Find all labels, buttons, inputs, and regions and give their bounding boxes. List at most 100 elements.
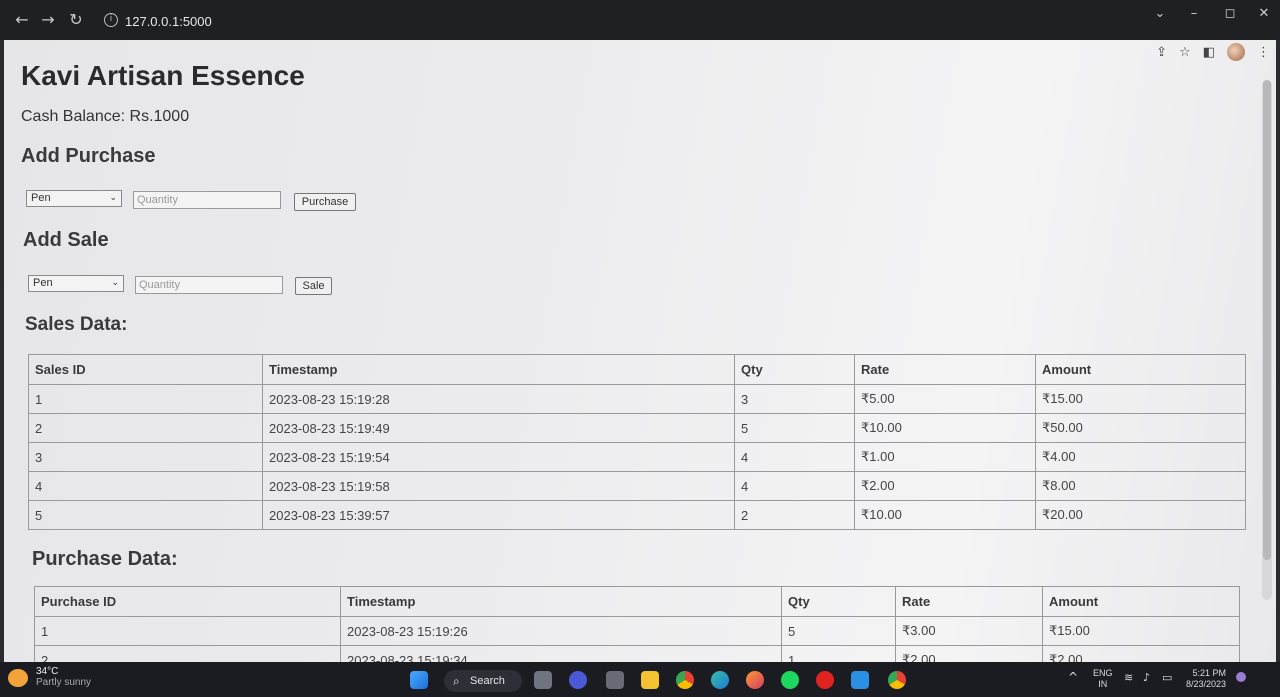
add-sale-heading: Add Sale <box>23 229 109 251</box>
sale-button[interactable]: Sale <box>295 277 332 295</box>
sales-cell: 2023-08-23 15:19:49 <box>262 413 735 443</box>
purchase-data-heading: Purchase Data: <box>32 548 178 570</box>
task-view-icon[interactable] <box>534 671 552 689</box>
table-row: 1 2023-08-23 15:19:26 5 ₹3.00 ₹15.00 <box>34 616 1240 646</box>
sales-cell: ₹15.00 <box>1035 384 1246 414</box>
chrome-icon[interactable] <box>676 671 694 689</box>
firefox-icon[interactable] <box>746 671 764 689</box>
clock[interactable]: 5:21 PM 8/23/2023 <box>1186 668 1226 690</box>
file-explorer-icon[interactable] <box>641 671 659 689</box>
weather-widget[interactable]: 34°C Partly sunny <box>36 666 91 688</box>
scroll-thumb[interactable] <box>1263 80 1271 560</box>
chevron-down-icon: ⌄ <box>111 278 119 288</box>
tray-chevron-icon[interactable]: ^ <box>1068 671 1078 683</box>
sales-cell: 4 <box>734 471 855 501</box>
search-label: Search <box>470 675 505 687</box>
region-code: IN <box>1098 679 1108 689</box>
sales-table: Sales ID Timestamp Qty Rate Amount 1 202… <box>28 354 1246 530</box>
table-row: 4 2023-08-23 15:19:58 4 ₹2.00 ₹8.00 <box>28 471 1246 501</box>
sales-cell: 2023-08-23 15:19:58 <box>262 471 735 501</box>
sales-cell: 2023-08-23 15:19:28 <box>262 384 735 414</box>
sales-cell: ₹10.00 <box>854 413 1036 443</box>
volume-icon[interactable]: ♪ <box>1143 672 1150 683</box>
search-icon: ⌕ <box>453 674 460 688</box>
restore-icon[interactable]: ◻ <box>1220 6 1240 26</box>
browser-chrome: ← → ↻ i 127.0.0.1:5000 ⌄ – ◻ ✕ <box>0 0 1280 40</box>
sales-cell: 1 <box>28 384 263 414</box>
purchase-col-header: Qty <box>781 586 896 617</box>
purchase-col-header: Purchase ID <box>34 586 341 617</box>
bookmark-star-icon[interactable]: ☆ <box>1179 45 1191 60</box>
sales-cell: ₹5.00 <box>854 384 1036 414</box>
opera-icon[interactable] <box>816 671 834 689</box>
tab-search-icon[interactable]: ⌄ <box>1150 6 1170 26</box>
sidebar-icon[interactable]: ◧ <box>1203 45 1215 60</box>
forward-icon[interactable]: → <box>38 10 58 30</box>
close-icon[interactable]: ✕ <box>1254 6 1274 26</box>
sales-cell: 5 <box>734 413 855 443</box>
chevron-down-icon: ⌄ <box>109 193 117 203</box>
taskbar-search[interactable]: ⌕ Search <box>444 670 522 692</box>
profile-avatar[interactable] <box>1227 43 1245 61</box>
clock-time: 5:21 PM <box>1192 668 1227 678</box>
sales-col-header: Qty <box>734 354 855 385</box>
sale-quantity-input[interactable]: Quantity <box>135 276 283 294</box>
page-title: Kavi Artisan Essence <box>21 60 305 91</box>
language-indicator[interactable]: ENG IN <box>1093 668 1113 690</box>
sales-header-row: Sales ID Timestamp Qty Rate Amount <box>28 354 1246 385</box>
vscode-icon[interactable] <box>851 671 869 689</box>
address-url[interactable]: 127.0.0.1:5000 <box>125 14 212 29</box>
sales-cell: 2023-08-23 15:19:54 <box>262 442 735 472</box>
chrome-active-icon[interactable] <box>888 671 906 689</box>
purchase-col-header: Rate <box>895 586 1043 617</box>
sales-cell: 3 <box>734 384 855 414</box>
table-row: 1 2023-08-23 15:19:28 3 ₹5.00 ₹15.00 <box>28 384 1246 414</box>
site-info-icon[interactable]: i <box>104 13 118 27</box>
share-icon[interactable]: ⇪ <box>1156 45 1167 60</box>
purchase-button[interactable]: Purchase <box>294 193 356 211</box>
sales-cell: ₹50.00 <box>1035 413 1246 443</box>
page-scrollbar[interactable] <box>1262 80 1272 600</box>
purchase-cell: 1 <box>34 616 341 646</box>
notification-icon[interactable] <box>1236 672 1246 682</box>
sales-col-header: Rate <box>854 354 1036 385</box>
purchase-cell: 1 <box>781 645 896 662</box>
sale-item-select[interactable]: Pen ⌄ <box>28 275 124 292</box>
spotify-icon[interactable] <box>781 671 799 689</box>
clock-date: 8/23/2023 <box>1186 679 1227 689</box>
reload-icon[interactable]: ↻ <box>66 10 86 30</box>
purchase-item-select[interactable]: Pen ⌄ <box>26 190 122 207</box>
purchase-header-row: Purchase ID Timestamp Qty Rate Amount <box>34 586 1240 617</box>
address-bar[interactable]: i 127.0.0.1:5000 <box>98 8 1138 34</box>
sales-cell: 4 <box>734 442 855 472</box>
edge-icon[interactable] <box>711 671 729 689</box>
purchase-cell: ₹2.00 <box>895 645 1043 662</box>
purchase-quantity-input[interactable]: Quantity <box>133 191 281 209</box>
store-icon[interactable] <box>606 671 624 689</box>
sales-cell: ₹4.00 <box>1035 442 1246 472</box>
table-row: 3 2023-08-23 15:19:54 4 ₹1.00 ₹4.00 <box>28 442 1246 472</box>
sales-cell: 3 <box>28 442 263 472</box>
weather-temp: 34°C <box>36 666 59 677</box>
sales-data-heading: Sales Data: <box>25 314 128 335</box>
sales-cell: ₹1.00 <box>854 442 1036 472</box>
back-icon[interactable]: ← <box>12 10 32 30</box>
weather-icon[interactable] <box>8 669 28 687</box>
sales-cell: 4 <box>28 471 263 501</box>
minimize-icon[interactable]: – <box>1184 6 1204 26</box>
windows-start-icon[interactable] <box>410 671 428 689</box>
sales-col-header: Sales ID <box>28 354 263 385</box>
purchase-table: Purchase ID Timestamp Qty Rate Amount 1 … <box>34 586 1240 662</box>
meet-icon[interactable] <box>569 671 587 689</box>
menu-dots-icon[interactable]: ⋮ <box>1257 45 1270 60</box>
purchase-cell: 2023-08-23 15:19:34 <box>340 645 782 662</box>
table-row: 5 2023-08-23 15:39:57 2 ₹10.00 ₹20.00 <box>28 500 1246 530</box>
wifi-icon[interactable]: ≋ <box>1124 672 1133 683</box>
table-row: 2 2023-08-23 15:19:34 1 ₹2.00 ₹2.00 <box>34 645 1240 662</box>
purchase-col-header: Timestamp <box>340 586 782 617</box>
battery-icon[interactable]: ▭ <box>1162 672 1172 683</box>
sales-cell: 2 <box>734 500 855 530</box>
lang-code: ENG <box>1093 668 1113 678</box>
sales-cell: ₹2.00 <box>854 471 1036 501</box>
sales-cell: 2 <box>28 413 263 443</box>
